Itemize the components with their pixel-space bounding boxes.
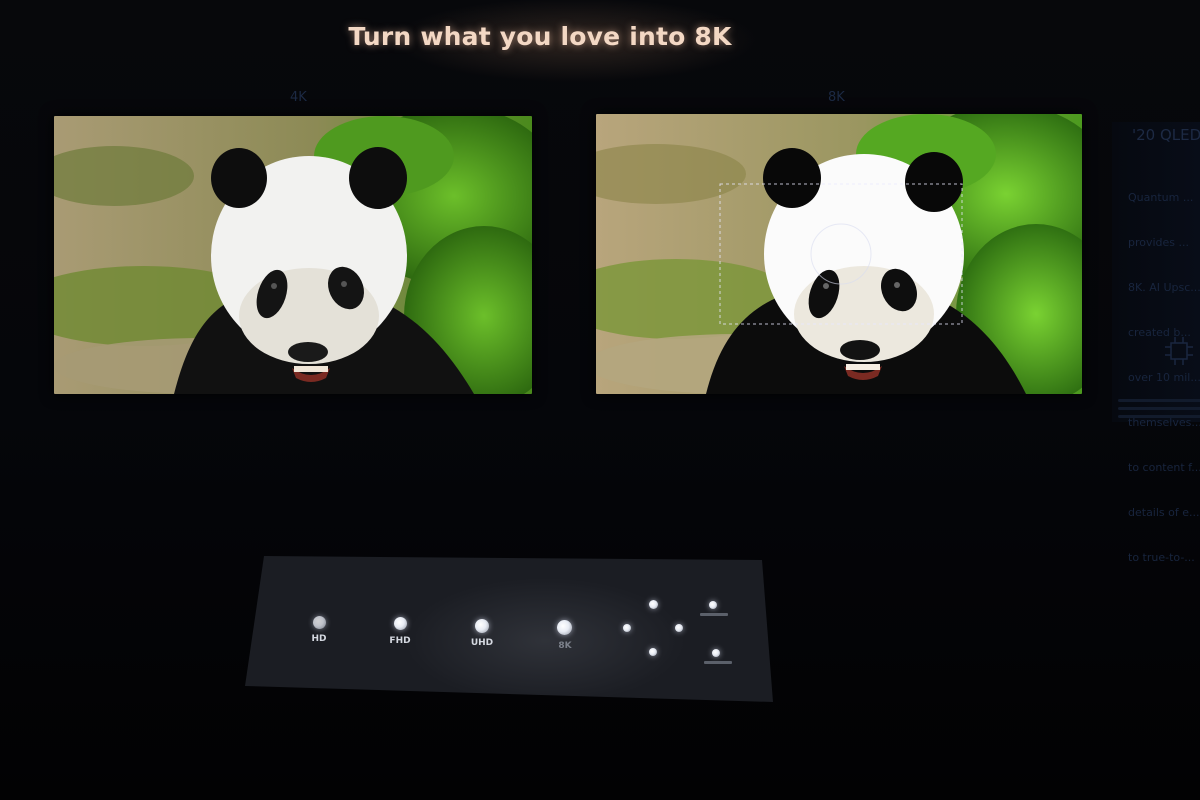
info-line: Quantum ... [1128, 191, 1194, 204]
panda-image-4k [54, 116, 532, 394]
chip-icon [1165, 337, 1193, 365]
info-fineprint [1118, 394, 1200, 428]
8k-label: 8K [558, 641, 572, 651]
hd-label: HD [311, 634, 327, 644]
zoom-in-button[interactable] [709, 601, 717, 609]
uhd-button[interactable] [475, 619, 489, 633]
zoom-out-button[interactable] [712, 649, 720, 657]
up-button[interactable] [649, 600, 658, 609]
control-panel: HD FHD UHD 8K [245, 556, 773, 702]
uhd-label: UHD [470, 638, 494, 648]
hd-button[interactable] [313, 616, 326, 629]
screen-label-8k: 8K [828, 90, 845, 105]
panel-sheen [245, 556, 773, 702]
left-button[interactable] [623, 624, 631, 632]
info-panel-title: '20 QLED [1132, 126, 1200, 144]
zoom-in-label [700, 613, 728, 616]
info-line: to content f... [1128, 461, 1200, 474]
fhd-button[interactable] [394, 617, 407, 630]
info-line: over 10 mil... [1128, 371, 1200, 384]
info-line: 8K. AI Upsc... [1128, 281, 1200, 294]
info-line: details of e... [1128, 506, 1200, 519]
info-line: provides ... [1128, 236, 1190, 249]
zoom-out-label [704, 661, 732, 664]
tv-screen-4k [54, 116, 532, 394]
tv-screen-8k [596, 114, 1082, 394]
down-button[interactable] [649, 648, 657, 656]
headline-sign: Turn what you love into 8K [348, 22, 732, 51]
right-button[interactable] [675, 624, 683, 632]
info-panel: '20 QLED Quantum ... provides ... 8K. AI… [1112, 122, 1200, 564]
info-panel-text: Quantum ... provides ... 8K. AI Upsc... … [1128, 160, 1200, 595]
fhd-label: FHD [389, 636, 411, 646]
8k-button[interactable] [557, 620, 572, 635]
panda-image-8k [596, 114, 1082, 394]
info-line: to true-to-... [1128, 551, 1195, 564]
screen-label-4k: 4K [290, 90, 307, 105]
